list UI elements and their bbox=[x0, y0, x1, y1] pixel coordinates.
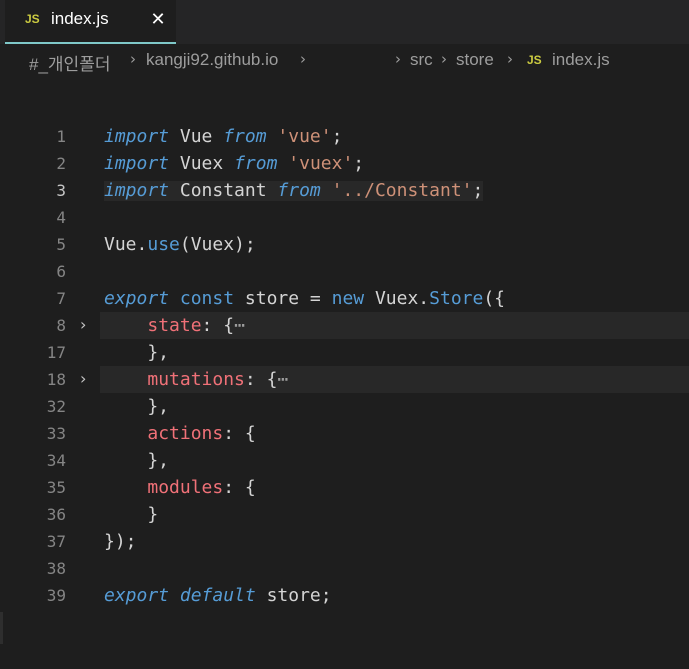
line-number: 8 bbox=[56, 316, 66, 335]
code-line[interactable]: 17 }, bbox=[0, 339, 689, 366]
line-number: 32 bbox=[46, 397, 66, 416]
code-line[interactable]: 37 }); bbox=[0, 528, 689, 555]
javascript-file-icon: JS bbox=[25, 12, 40, 26]
code-line[interactable]: 39 export default store; bbox=[0, 582, 689, 609]
code-line[interactable]: 4 bbox=[0, 204, 689, 231]
code-line[interactable]: 2 import Vuex from 'vuex'; bbox=[0, 150, 689, 177]
code-line[interactable]: 7 export const store = new Vuex.Store({ bbox=[0, 285, 689, 312]
line-number: 37 bbox=[46, 532, 66, 551]
code-text: import Vuex from 'vuex'; bbox=[104, 153, 365, 174]
line-number: 35 bbox=[46, 478, 66, 497]
line-number: 33 bbox=[46, 424, 66, 443]
code-text: export default store; bbox=[104, 585, 332, 606]
close-icon[interactable]: ✕ bbox=[146, 8, 170, 32]
code-text: }, bbox=[104, 396, 170, 417]
code-text: import Constant from '../Constant'; bbox=[104, 180, 484, 201]
folded-region-icon[interactable]: ⋯ bbox=[234, 315, 245, 336]
code-text: actions: { bbox=[147, 423, 256, 444]
javascript-file-icon: JS bbox=[527, 53, 542, 67]
tab-bar: JS index.js ✕ bbox=[0, 0, 689, 44]
scrollbar-marker[interactable] bbox=[0, 612, 3, 644]
fold-chevron-icon[interactable]: › bbox=[80, 315, 86, 334]
breadcrumb-store[interactable]: store bbox=[456, 50, 494, 70]
line-number: 4 bbox=[56, 208, 66, 227]
line-number: 34 bbox=[46, 451, 66, 470]
line-number: 36 bbox=[46, 505, 66, 524]
fold-chevron-icon[interactable]: › bbox=[80, 369, 86, 388]
line-number: 39 bbox=[46, 586, 66, 605]
line-number: 6 bbox=[56, 262, 66, 281]
code-line[interactable]: 5 Vue.use(Vuex); bbox=[0, 231, 689, 258]
code-text: }, bbox=[104, 342, 170, 363]
line-number: 1 bbox=[56, 127, 66, 146]
line-number: 3 bbox=[56, 181, 66, 200]
breadcrumb-file[interactable]: index.js bbox=[552, 50, 610, 70]
folded-region-icon[interactable]: ⋯ bbox=[277, 369, 288, 390]
line-number: 2 bbox=[56, 154, 66, 173]
code-text: import Vue from 'vue'; bbox=[104, 126, 343, 147]
code-line[interactable]: 38 bbox=[0, 555, 689, 582]
code-text: state: {⋯ bbox=[147, 315, 245, 336]
line-number: 5 bbox=[56, 235, 66, 254]
code-text: modules: { bbox=[147, 477, 256, 498]
code-line[interactable]: 8 › state: {⋯ bbox=[0, 312, 689, 339]
breadcrumb-src[interactable]: src bbox=[410, 50, 433, 70]
breadcrumb: #_개인폴더 › kangji92.github.io › › src › st… bbox=[0, 44, 689, 78]
breadcrumb-repo[interactable]: kangji92.github.io bbox=[146, 50, 278, 70]
chevron-right-icon: › bbox=[300, 50, 306, 68]
code-text: mutations: {⋯ bbox=[147, 369, 289, 390]
chevron-right-icon: › bbox=[395, 50, 401, 68]
code-line[interactable]: 34 }, bbox=[0, 447, 689, 474]
breadcrumb-folder[interactable]: #_개인폴더 bbox=[29, 50, 110, 75]
chevron-right-icon: › bbox=[507, 50, 513, 68]
code-editor[interactable]: 1 import Vue from 'vue'; 2 import Vuex f… bbox=[0, 78, 689, 669]
code-text: }, bbox=[104, 450, 170, 471]
code-line[interactable]: 18 › mutations: {⋯ bbox=[0, 366, 689, 393]
tab-label: index.js bbox=[51, 9, 109, 28]
chevron-right-icon: › bbox=[441, 50, 447, 68]
code-line[interactable]: 1 import Vue from 'vue'; bbox=[0, 123, 689, 150]
chevron-right-icon: › bbox=[130, 50, 136, 68]
line-number: 17 bbox=[46, 343, 66, 362]
tab-index-js[interactable]: JS index.js ✕ bbox=[5, 0, 176, 44]
code-text: }); bbox=[104, 531, 137, 552]
code-text: } bbox=[104, 504, 159, 525]
code-line[interactable]: 36 } bbox=[0, 501, 689, 528]
code-line[interactable]: 33 actions: { bbox=[0, 420, 689, 447]
code-line[interactable]: 6 bbox=[0, 258, 689, 285]
code-text: export const store = new Vuex.Store({ bbox=[104, 288, 506, 309]
line-number: 18 bbox=[46, 370, 66, 389]
line-number: 7 bbox=[56, 289, 66, 308]
line-number: 38 bbox=[46, 559, 66, 578]
code-line-current[interactable]: 3 import Constant from '../Constant'; bbox=[0, 177, 689, 204]
code-line[interactable]: 35 modules: { bbox=[0, 474, 689, 501]
code-line[interactable]: 32 }, bbox=[0, 393, 689, 420]
code-text: Vue.use(Vuex); bbox=[104, 234, 256, 255]
